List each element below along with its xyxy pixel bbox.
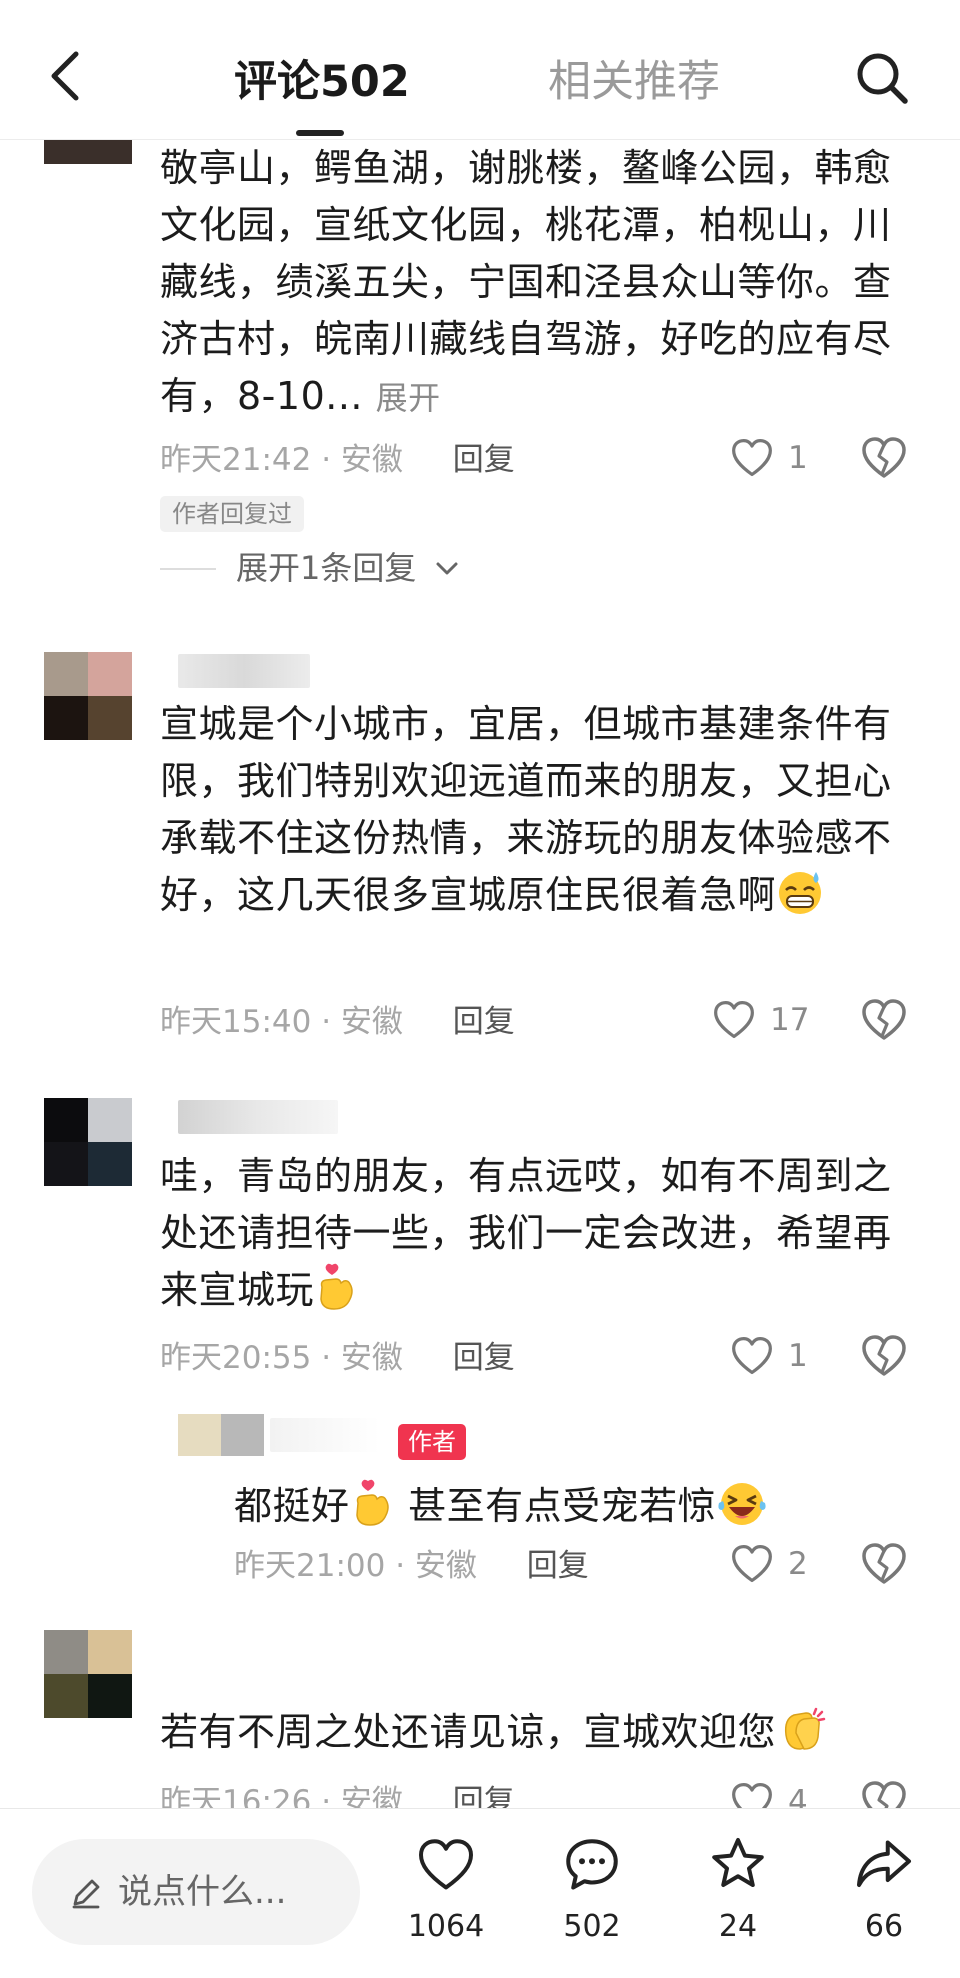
comment-location: 安徽 (340, 1004, 403, 1040)
comment-location: 安徽 (414, 1548, 477, 1584)
author-badge: 作者 (398, 1424, 466, 1460)
avatar[interactable] (44, 652, 132, 740)
username-blurred[interactable] (270, 1418, 380, 1452)
comment-time: 昨天21:00 (234, 1548, 386, 1584)
like-count: 1 (788, 1338, 808, 1374)
comment-input-placeholder: 说点什么... (118, 1872, 287, 1912)
favorite-button[interactable]: 24 (678, 1835, 798, 1955)
comment-text: 若有不周之处还请见谅，宣城欢迎您 (160, 1704, 900, 1761)
active-tab-indicator (296, 130, 344, 136)
meta-separator: · (321, 1004, 332, 1040)
like-button[interactable]: 1 (730, 434, 840, 482)
like-post-count: 1064 (407, 1909, 485, 1944)
like-button[interactable]: 1 (730, 1332, 840, 1380)
username-blurred[interactable] (178, 654, 310, 688)
comment-meta: 昨天20:55 · 安徽 回复 (160, 1338, 515, 1378)
grinning-sweat-emoji-icon (779, 872, 822, 914)
shares-count: 66 (864, 1909, 904, 1944)
comment-text: 敬亭山，鳄鱼湖，谢朓楼，鳌峰公园，韩愈文化园，宣纸文化园，桃花潭，柏枧山，川藏线… (160, 146, 892, 418)
meta-separator: · (321, 442, 332, 478)
comment-bubble-icon (566, 1839, 618, 1890)
reply-button[interactable]: 回复 (453, 1340, 515, 1376)
author-replied-badge: 作者回复过 (160, 496, 304, 532)
comment-meta: 昨天15:40 · 安徽 回复 (160, 1002, 515, 1042)
clapping-hands-emoji-icon (784, 1707, 826, 1750)
divider-line (160, 568, 216, 570)
bottom-action-bar: 说点什么... 1064 502 24 66 (0, 1808, 960, 1978)
favorites-count: 24 (718, 1909, 758, 1944)
comment-meta: 昨天21:00 · 安徽 回复 (234, 1546, 589, 1586)
reply-text: 都挺好 甚至有点受宠若惊 (234, 1478, 904, 1535)
laughing-emoji-icon (718, 1483, 766, 1525)
expand-replies-label: 展开1条回复 (236, 549, 417, 587)
username-blurred[interactable] (178, 1100, 338, 1134)
heart-icon (714, 1000, 754, 1039)
reply-button[interactable]: 回复 (527, 1548, 589, 1584)
avatar[interactable] (178, 1414, 264, 1456)
avatar[interactable] (44, 1630, 132, 1718)
like-count: 1 (788, 440, 808, 476)
like-button[interactable]: 17 (712, 996, 822, 1044)
finger-heart-emoji-icon (320, 1263, 353, 1310)
tab-comments[interactable]: 评论502 (234, 52, 410, 112)
pencil-icon (72, 1879, 100, 1909)
comment-location: 安徽 (340, 1340, 403, 1376)
heart-icon (419, 1839, 473, 1890)
share-button[interactable]: 66 (824, 1835, 944, 1955)
heart-icon (732, 1336, 772, 1375)
tab-related-recommendations[interactable]: 相关推荐 (548, 52, 720, 112)
broken-heart-icon[interactable] (860, 1540, 908, 1588)
star-icon (712, 1838, 764, 1887)
comment-time: 昨天21:42 (160, 442, 312, 478)
broken-heart-icon[interactable] (860, 996, 908, 1044)
comment-meta: 昨天21:42 · 安徽 回复 (160, 440, 515, 480)
back-icon[interactable] (40, 46, 100, 106)
comment-location: 安徽 (340, 442, 403, 478)
like-count: 2 (788, 1546, 808, 1582)
comment-input[interactable]: 说点什么... (32, 1839, 360, 1945)
broken-heart-icon[interactable] (860, 1332, 908, 1380)
comments-button[interactable]: 502 (532, 1835, 652, 1955)
reply-button[interactable]: 回复 (453, 442, 515, 478)
reply-button[interactable]: 回复 (453, 1004, 515, 1040)
broken-heart-icon[interactable] (860, 434, 908, 482)
search-icon[interactable] (852, 48, 912, 108)
like-button[interactable]: 2 (730, 1540, 840, 1588)
share-arrow-icon (857, 1840, 911, 1887)
heart-icon (732, 1544, 772, 1583)
comment-time: 昨天20:55 (160, 1340, 312, 1376)
comment-text: 宣城是个小城市，宜居，但城市基建条件有限，我们特别欢迎远道而来的朋友，又担心承载… (160, 702, 892, 917)
meta-separator: · (395, 1548, 406, 1584)
top-bar: 评论502 相关推荐 (0, 0, 960, 140)
expand-comment-link[interactable]: 展开 (376, 379, 441, 417)
like-post-button[interactable]: 1064 (386, 1835, 506, 1955)
comments-count: 502 (563, 1909, 621, 1944)
chevron-down-icon (436, 562, 458, 575)
like-count: 17 (770, 1002, 810, 1038)
heart-icon (732, 438, 772, 477)
comment-text: 哇，青岛的朋友，有点远哎，如有不周到之处还请担待一些，我们一定会改进，希望再来宣… (160, 1154, 892, 1312)
comment-time: 昨天15:40 (160, 1004, 312, 1040)
finger-heart-emoji-icon (355, 1479, 389, 1526)
meta-separator: · (321, 1340, 332, 1376)
avatar[interactable] (44, 1098, 132, 1186)
